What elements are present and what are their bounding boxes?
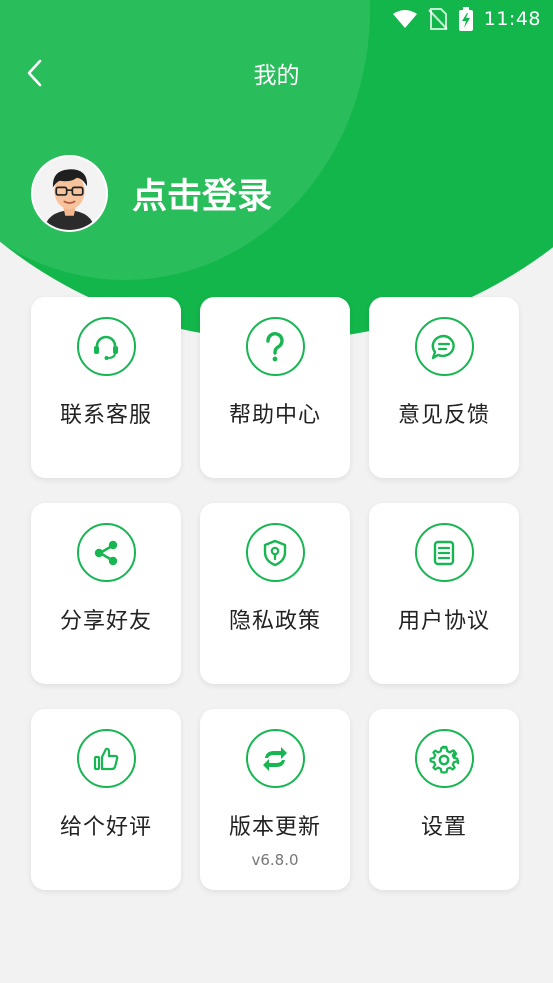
- menu-item-label: 隐私政策: [228, 609, 321, 634]
- page-title: 我的: [253, 63, 300, 89]
- menu-item-privacy-policy[interactable]: 隐私政策: [200, 503, 350, 684]
- screen: 11:48 我的 点击登录 联系客服 帮助中心 意见反馈 分享好友 隐私政策 用…: [0, 0, 553, 983]
- menu-item-label: 帮助中心: [228, 403, 321, 428]
- login-link[interactable]: 点击登录: [132, 168, 272, 219]
- wifi-icon: [392, 9, 418, 29]
- chevron-left-icon: [27, 59, 42, 87]
- shield-icon: [245, 523, 305, 582]
- menu-item-feedback[interactable]: 意见反馈: [369, 297, 519, 478]
- menu-item-contact-support[interactable]: 联系客服: [31, 297, 181, 478]
- version-number: v6.8.0: [251, 851, 299, 869]
- back-button[interactable]: [18, 56, 52, 90]
- menu-item-rate-app[interactable]: 给个好评: [31, 709, 181, 890]
- menu-item-settings[interactable]: 设置: [369, 709, 519, 890]
- menu-item-help-center[interactable]: 帮助中心: [200, 297, 350, 478]
- top-bar: 我的: [0, 50, 553, 96]
- menu-item-label: 给个好评: [59, 815, 152, 840]
- question-icon: [245, 317, 305, 376]
- avatar[interactable]: [31, 155, 108, 232]
- thumbs-up-icon: [76, 729, 136, 788]
- document-icon: [414, 523, 474, 582]
- menu-item-label: 分享好友: [59, 609, 152, 634]
- no-sim-icon: [428, 8, 448, 30]
- avatar-illustration: [33, 157, 106, 230]
- profile-section[interactable]: 点击登录: [31, 155, 272, 232]
- menu-item-label: 版本更新: [228, 815, 321, 840]
- menu-item-label: 意见反馈: [397, 403, 490, 428]
- status-bar: 11:48: [0, 0, 553, 38]
- menu-item-share[interactable]: 分享好友: [31, 503, 181, 684]
- chat-bubble-icon: [414, 317, 474, 376]
- menu-item-label: 联系客服: [59, 403, 152, 428]
- share-icon: [76, 523, 136, 582]
- menu-item-user-agreement[interactable]: 用户协议: [369, 503, 519, 684]
- status-time: 11:48: [483, 8, 541, 30]
- refresh-icon: [245, 729, 305, 788]
- battery-charging-icon: [458, 7, 474, 31]
- menu-item-label: 设置: [420, 815, 467, 840]
- menu-item-version-update[interactable]: 版本更新 v6.8.0: [200, 709, 350, 890]
- menu-grid: 联系客服 帮助中心 意见反馈 分享好友 隐私政策 用户协议 给个好评 版本更新 …: [31, 297, 519, 890]
- headset-icon: [76, 317, 136, 376]
- gear-icon: [414, 729, 474, 788]
- menu-item-label: 用户协议: [397, 609, 490, 634]
